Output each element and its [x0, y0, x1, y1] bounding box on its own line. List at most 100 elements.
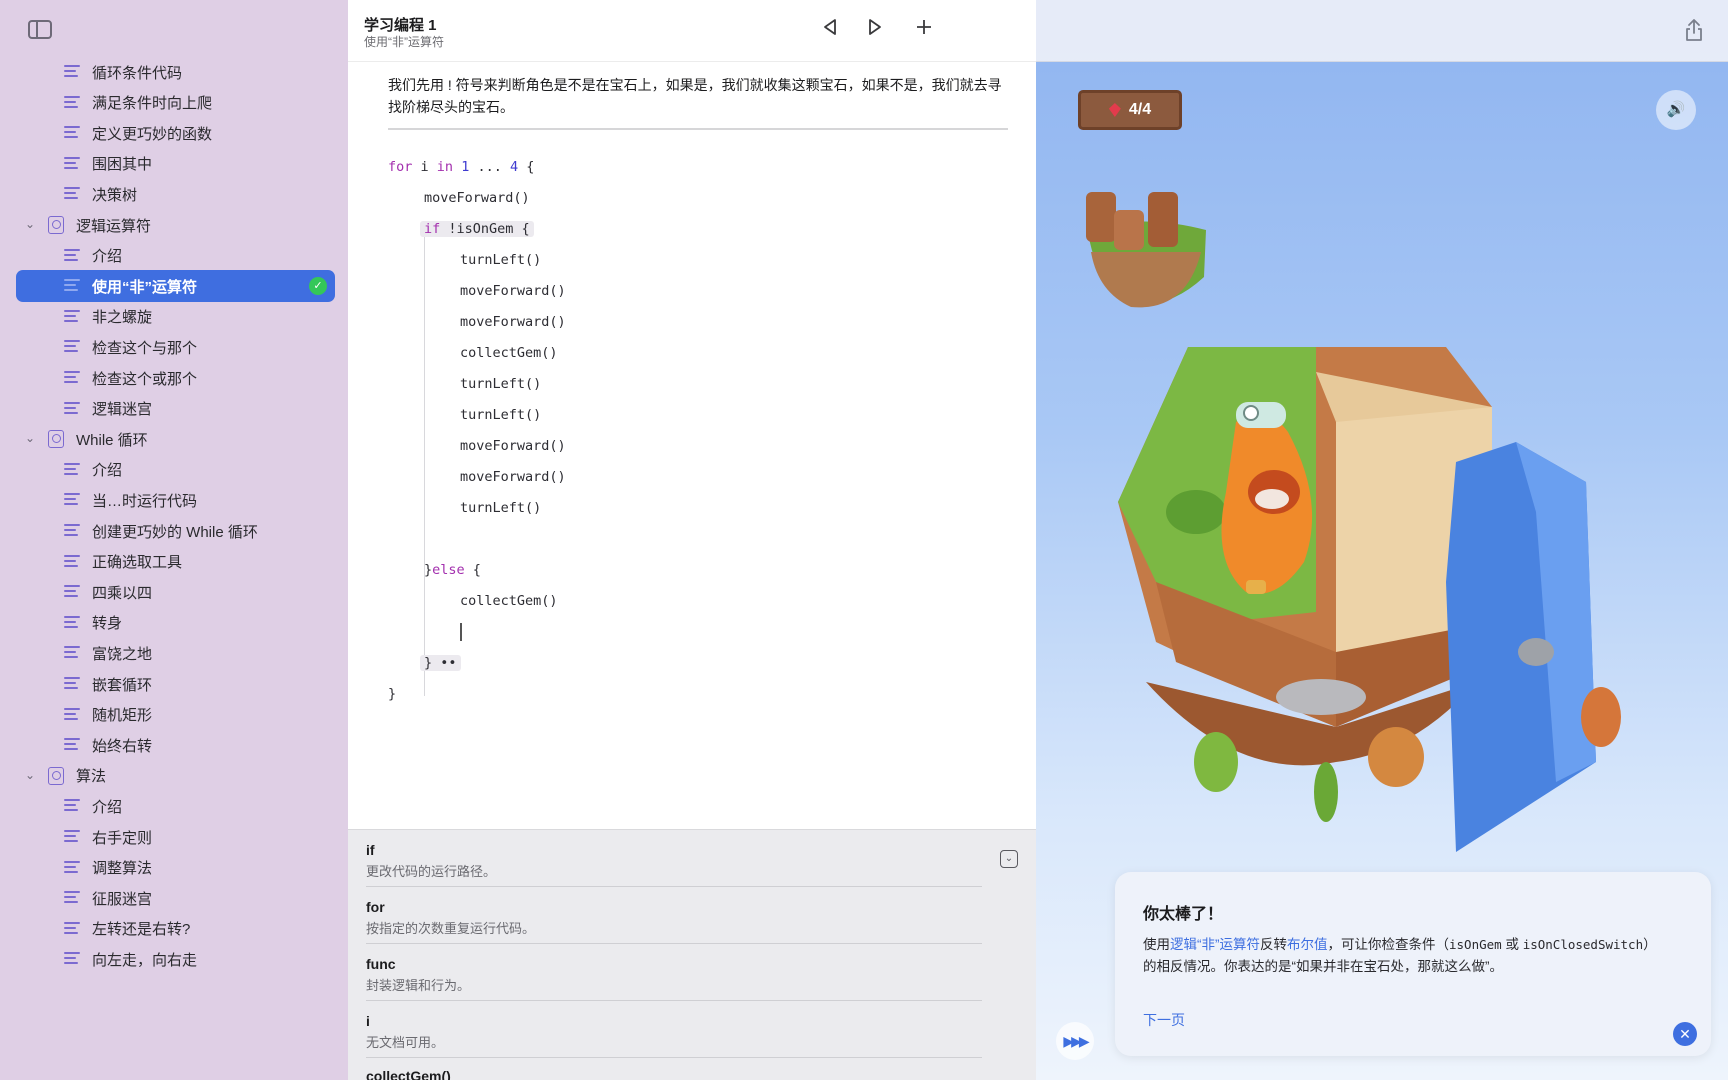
gem-icon — [1108, 103, 1121, 117]
sidebar-toggle-icon[interactable] — [28, 20, 52, 39]
sidebar-item[interactable]: 介绍 — [16, 454, 335, 486]
code-line[interactable]: collectGem() — [460, 342, 558, 364]
sidebar: 循环条件代码 满足条件时向上爬 定义更巧妙的函数 围困其中 决策树 ⌄ 逻辑运算符 介绍 使用“… — [0, 0, 348, 1080]
sidebar-item[interactable]: 围困其中 — [16, 148, 335, 180]
sidebar-chapter[interactable]: ⌄ 逻辑运算符 — [16, 209, 335, 241]
success-body: 使用逻辑“非”运算符反转布尔值，可让你检查条件（isOnGem 或 isOnCl… — [1143, 937, 1657, 974]
page-icon — [64, 830, 80, 843]
suggestion-collectgem[interactable]: collectGem() — [366, 1068, 982, 1080]
page-icon — [64, 95, 80, 109]
page-icon — [64, 524, 80, 537]
code-line[interactable]: moveForward() — [424, 187, 530, 209]
code-line[interactable]: turnLeft() — [460, 249, 541, 271]
page-icon — [64, 585, 80, 598]
sidebar-item[interactable]: 调整算法 — [16, 852, 335, 884]
boolean-link[interactable]: 布尔值 — [1287, 937, 1328, 952]
sidebar-item[interactable]: 介绍 — [16, 790, 335, 822]
chevron-down-icon[interactable]: ⌄ — [25, 217, 35, 231]
page-subtitle: 使用“非”运算符 — [364, 35, 444, 49]
sidebar-item[interactable]: 嵌套循环 — [16, 668, 335, 700]
code-line[interactable]: turnLeft() — [460, 497, 541, 519]
share-button[interactable] — [1684, 18, 1704, 42]
next-page-link[interactable]: 下一页 — [1143, 1010, 1185, 1030]
sidebar-item[interactable]: 介绍 — [16, 240, 335, 272]
sidebar-item[interactable]: 始终右转 — [16, 729, 335, 761]
sidebar-item-label: 随机矩形 — [92, 707, 153, 725]
sidebar-item[interactable]: 定义更巧妙的函数 — [16, 117, 335, 149]
live-view[interactable]: 4/4 🔊 ▶▶▶ 你太棒了！ 使用逻辑“非”运算符反转布尔值，可让你检查条件（… — [1036, 0, 1728, 1080]
fast-forward-button[interactable]: ▶▶▶ — [1056, 1022, 1094, 1060]
sidebar-item[interactable]: 创建更巧妙的 While 循环 — [16, 515, 335, 547]
suggestion-if[interactable]: if 更改代码的运行路径。 — [366, 842, 982, 887]
page-icon — [64, 891, 80, 904]
page-icon — [64, 187, 80, 200]
code-line[interactable]: moveForward() — [460, 435, 566, 457]
sidebar-item-label: 介绍 — [92, 462, 123, 480]
sidebar-item[interactable]: 向左走，向右走 — [16, 943, 335, 975]
page-icon — [64, 646, 80, 659]
sidebar-item-label: 满足条件时向上爬 — [92, 95, 213, 113]
suggestion-i[interactable]: i 无文档可用。 — [366, 1013, 982, 1058]
page-icon — [64, 156, 80, 170]
page-icon — [64, 248, 80, 262]
code-line-close-brace[interactable]: } •• — [420, 652, 461, 674]
sidebar-item[interactable]: 左转还是右转? — [16, 913, 335, 945]
close-icon: ✕ — [1679, 1026, 1691, 1042]
code-line[interactable]: } — [388, 683, 396, 705]
logical-not-link[interactable]: 逻辑“非”运算符 — [1170, 937, 1260, 952]
code-line[interactable]: moveForward() — [460, 280, 566, 302]
sidebar-item-label: 介绍 — [92, 798, 123, 816]
code-line-for[interactable]: for i in 1 ... 4 { — [388, 156, 534, 178]
close-button[interactable]: ✕ — [1673, 1022, 1697, 1046]
chapter-icon — [48, 216, 64, 234]
code-line-else[interactable]: }else { — [424, 559, 481, 581]
code-line[interactable]: moveForward() — [460, 311, 566, 333]
code-line-if[interactable]: if !isOnGem { — [420, 218, 534, 240]
triangle-left-icon — [824, 19, 836, 35]
page-icon — [64, 799, 80, 812]
sidebar-item[interactable]: 循环条件代码 — [16, 56, 335, 88]
sidebar-item[interactable]: 征服迷宫 — [16, 882, 335, 914]
sidebar-item-label: 算法 — [76, 768, 107, 786]
sidebar-item[interactable]: 富饶之地 — [16, 637, 335, 669]
add-button[interactable] — [912, 18, 936, 42]
sidebar-chapter[interactable]: ⌄ While 循环 — [16, 423, 335, 455]
sidebar-item[interactable]: 四乘以四 — [16, 576, 335, 608]
sidebar-item[interactable]: 检查这个与那个 — [16, 331, 335, 363]
code-line[interactable]: turnLeft() — [460, 404, 541, 426]
page-icon — [64, 707, 80, 721]
collapse-button[interactable]: ⌄ — [1000, 850, 1018, 868]
back-button[interactable] — [818, 18, 842, 42]
code-line[interactable]: moveForward() — [460, 466, 566, 488]
sidebar-item[interactable]: 满足条件时向上爬 — [16, 87, 335, 119]
sound-button[interactable]: 🔊 — [1656, 90, 1696, 130]
sidebar-item[interactable]: 右手定则 — [16, 821, 335, 853]
text-cursor — [460, 623, 462, 641]
sidebar-item[interactable]: 检查这个或那个 — [16, 362, 335, 394]
sidebar-item[interactable]: 当…时运行代码 — [16, 484, 335, 516]
page-icon — [64, 65, 80, 78]
sidebar-item[interactable]: 决策树 — [16, 178, 335, 210]
sidebar-chapter[interactable]: ⌄ 算法 — [16, 760, 335, 792]
gem-counter: 4/4 — [1078, 90, 1182, 130]
speaker-icon: 🔊 — [1666, 101, 1686, 118]
suggestion-func[interactable]: func 封装逻辑和行为。 — [366, 956, 982, 1001]
run-button[interactable] — [863, 18, 887, 42]
page-icon — [64, 952, 80, 965]
sidebar-item[interactable]: 正确选取工具 — [16, 546, 335, 578]
success-popup: 你太棒了！ 使用逻辑“非”运算符反转布尔值，可让你检查条件（isOnGem 或 … — [1115, 872, 1711, 1056]
chevron-down-icon[interactable]: ⌄ — [25, 431, 35, 445]
sidebar-item[interactable]: 使用“非”运算符 ✓ — [16, 270, 335, 303]
chevron-down-icon[interactable]: ⌄ — [25, 768, 35, 782]
code-line[interactable]: turnLeft() — [460, 373, 541, 395]
sidebar-item-label: 调整算法 — [92, 860, 153, 878]
sidebar-item[interactable]: 逻辑迷宫 — [16, 393, 335, 425]
sidebar-item[interactable]: 非之螺旋 — [16, 301, 335, 333]
suggestion-for[interactable]: for 按指定的次数重复运行代码。 — [366, 899, 982, 944]
checkmark-icon: ✓ — [309, 277, 327, 296]
page-title: 学习编程 1 — [364, 17, 437, 34]
sidebar-item[interactable]: 转身 — [16, 607, 335, 639]
code-line[interactable]: collectGem() — [460, 590, 558, 612]
sidebar-item[interactable]: 随机矩形 — [16, 699, 335, 731]
page-icon — [64, 462, 80, 476]
